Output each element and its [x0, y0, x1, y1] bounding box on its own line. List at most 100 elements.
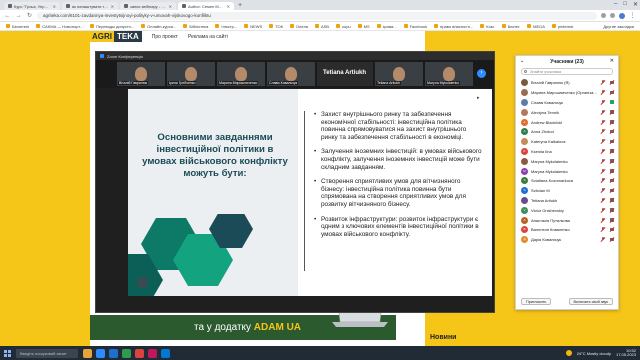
participant-row[interactable]: M Maryna Mykolaienko — [516, 166, 618, 176]
tab-close-icon[interactable]: ✕ — [53, 4, 56, 9]
participant-row[interactable]: A Andrew Blackfold — [516, 117, 618, 127]
bookmark-item[interactable]: Олеля — [289, 24, 308, 29]
reload-icon[interactable]: ↻ — [26, 12, 33, 19]
unmute-button[interactable]: Включить свой звук — [568, 298, 613, 305]
camera-off-icon[interactable] — [610, 129, 615, 134]
participant-row[interactable]: Alevtyna Tennik — [516, 107, 618, 117]
microphone-muted-icon[interactable] — [601, 237, 605, 242]
site-logo[interactable]: AGRI TEKA — [90, 31, 142, 42]
close-panel-icon[interactable]: ✕ — [610, 58, 614, 64]
camera-off-icon[interactable] — [610, 120, 615, 124]
bookmark-item[interactable]: Переводы допустн... — [89, 24, 134, 29]
menu-kebab-icon[interactable]: ⋮ — [629, 12, 636, 19]
participant-search-input[interactable]: Знайти учасника — [521, 68, 613, 75]
browser-tab-active[interactable]: Author: Семен Мобили Сотри✕ — [178, 2, 234, 10]
camera-off-icon[interactable] — [610, 237, 615, 242]
participant-row[interactable]: V Victor Onishevskiy — [516, 205, 618, 215]
participant-row[interactable]: K Kseniia Ilna — [516, 147, 618, 157]
bookmark-item[interactable]: ASB — [314, 24, 329, 29]
participant-row[interactable]: Славік Ковальчук — [516, 98, 618, 108]
taskbar-app-icon[interactable] — [109, 348, 118, 358]
bookmark-item[interactable]: CAKMA — Новопорт... — [36, 24, 83, 29]
forward-icon[interactable]: → — [15, 13, 22, 19]
microphone-muted-icon[interactable] — [601, 139, 605, 144]
bookmark-item[interactable]: Facebook — [403, 24, 427, 29]
camera-off-icon[interactable] — [610, 90, 615, 95]
url-field[interactable]: agriteka.com/6101-zavdannya-investytsijn… — [37, 11, 597, 20]
bookmark-item[interactable]: Бібліотека — [183, 24, 208, 29]
taskbar-search-input[interactable]: Введіть пошуковий запит — [16, 348, 78, 358]
browser-tab[interactable]: як налаштувати тла та Бона✕ — [62, 2, 118, 10]
bookmark-item[interactable]: Онлайн-курси... — [141, 24, 176, 29]
bookmark-item[interactable]: Ілюстр... — [215, 24, 237, 29]
microphone-muted-icon[interactable] — [601, 148, 605, 154]
tab-close-icon[interactable]: ✕ — [227, 4, 230, 9]
participant-row[interactable]: Kateryna Kalkalova — [516, 137, 618, 147]
browser-tab[interactable]: Курс "Гроші, Управління міст✕ — [4, 2, 60, 10]
video-thumbnail[interactable]: Марина Мирошниченко — [217, 62, 265, 86]
bookmark-item[interactable]: MS — [357, 24, 370, 29]
bookmark-item[interactable]: ТОК — [269, 24, 283, 29]
camera-off-icon[interactable] — [610, 110, 615, 114]
camera-off-icon[interactable] — [610, 198, 615, 202]
camera-off-icon[interactable] — [610, 227, 615, 232]
next-page-icon[interactable]: › — [477, 69, 486, 78]
video-thumbnail[interactable]: Maryna Mykolaienko — [425, 62, 473, 86]
bookmark-item[interactable]: pinterest — [551, 24, 573, 29]
microphone-muted-icon[interactable] — [601, 217, 605, 223]
video-thumbnail[interactable]: Ірина Гребченко — [167, 62, 215, 86]
taskbar-app-icon[interactable] — [83, 348, 92, 358]
chevron-down-icon[interactable]: ⌄ — [520, 58, 524, 64]
minimize-icon[interactable]: – — [614, 1, 617, 8]
video-thumbnail[interactable]: Tetiana Artiukh — [375, 62, 423, 86]
participant-row[interactable]: A Анастасія Путилкова — [516, 215, 618, 225]
participant-row[interactable]: Tetiana Artiukh — [516, 196, 618, 206]
speaker-thumbnail[interactable]: Tetiana Artiukh — [317, 62, 373, 86]
nav-link-about[interactable]: Про проект — [152, 34, 178, 40]
microphone-muted-icon[interactable] — [601, 188, 605, 193]
camera-off-icon[interactable] — [610, 149, 615, 153]
microphone-muted-icon[interactable] — [601, 109, 605, 115]
camera-on-icon[interactable] — [610, 100, 615, 104]
maximize-icon[interactable]: □ — [623, 1, 627, 8]
invite-button[interactable]: Пригласить — [521, 298, 552, 305]
microphone-muted-icon[interactable] — [601, 197, 605, 203]
participant-row[interactable]: Віталій Гаврилюк (Я) — [516, 78, 618, 88]
new-tab-button[interactable]: + — [236, 2, 244, 10]
weather-text[interactable]: 24°C Mostly cloudy — [577, 351, 611, 356]
microphone-muted-icon[interactable] — [601, 207, 605, 213]
other-bookmarks[interactable]: Другие закладки — [603, 24, 634, 29]
bookmark-item[interactable]: MEGA — [527, 24, 545, 29]
participant-row[interactable]: Maryna Mykolaienko — [516, 156, 618, 166]
bookmark-item[interactable]: Бюлетені — [6, 24, 29, 29]
nav-link-ads[interactable]: Реклама на сайті — [188, 34, 228, 40]
microphone-muted-icon[interactable] — [601, 90, 605, 95]
participant-row[interactable]: Марина Мирошниченко (Організатор) — [516, 88, 618, 98]
camera-off-icon[interactable] — [610, 178, 615, 183]
bookmark-item[interactable]: право власності... — [434, 24, 473, 29]
extension-icon[interactable] — [601, 13, 606, 18]
microphone-muted-icon[interactable] — [601, 80, 605, 85]
taskbar-app-icon[interactable] — [148, 348, 157, 358]
participant-row[interactable]: A Anna Zholud — [516, 127, 618, 137]
back-icon[interactable]: ← — [4, 13, 11, 19]
windows-start-icon[interactable] — [4, 349, 11, 357]
participant-row[interactable]: Д Дарія Ковальчук — [516, 235, 618, 245]
clock[interactable]: 10:52 17.05.2023 — [616, 348, 636, 358]
camera-off-icon[interactable] — [610, 80, 615, 85]
tab-close-icon[interactable]: ✕ — [111, 4, 114, 9]
video-thumbnail[interactable]: Славік Ковальчук — [267, 62, 315, 86]
participant-row[interactable]: S Sviatlana Kozomarkova — [516, 176, 618, 186]
tab-close-icon[interactable]: ✕ — [169, 4, 172, 9]
taskbar-app-icon[interactable] — [135, 348, 144, 358]
microphone-muted-icon[interactable] — [601, 227, 605, 232]
taskbar-app-icon[interactable] — [96, 348, 105, 358]
camera-off-icon[interactable] — [610, 159, 615, 163]
microphone-muted-icon[interactable] — [601, 119, 605, 125]
camera-off-icon[interactable] — [610, 188, 615, 193]
bookmark-item[interactable]: NEWS — [244, 24, 262, 29]
microphone-muted-icon[interactable] — [601, 168, 605, 174]
close-window-icon[interactable]: ✕ — [633, 1, 638, 8]
microphone-muted-icon[interactable] — [601, 99, 605, 105]
microphone-muted-icon[interactable] — [601, 178, 605, 183]
